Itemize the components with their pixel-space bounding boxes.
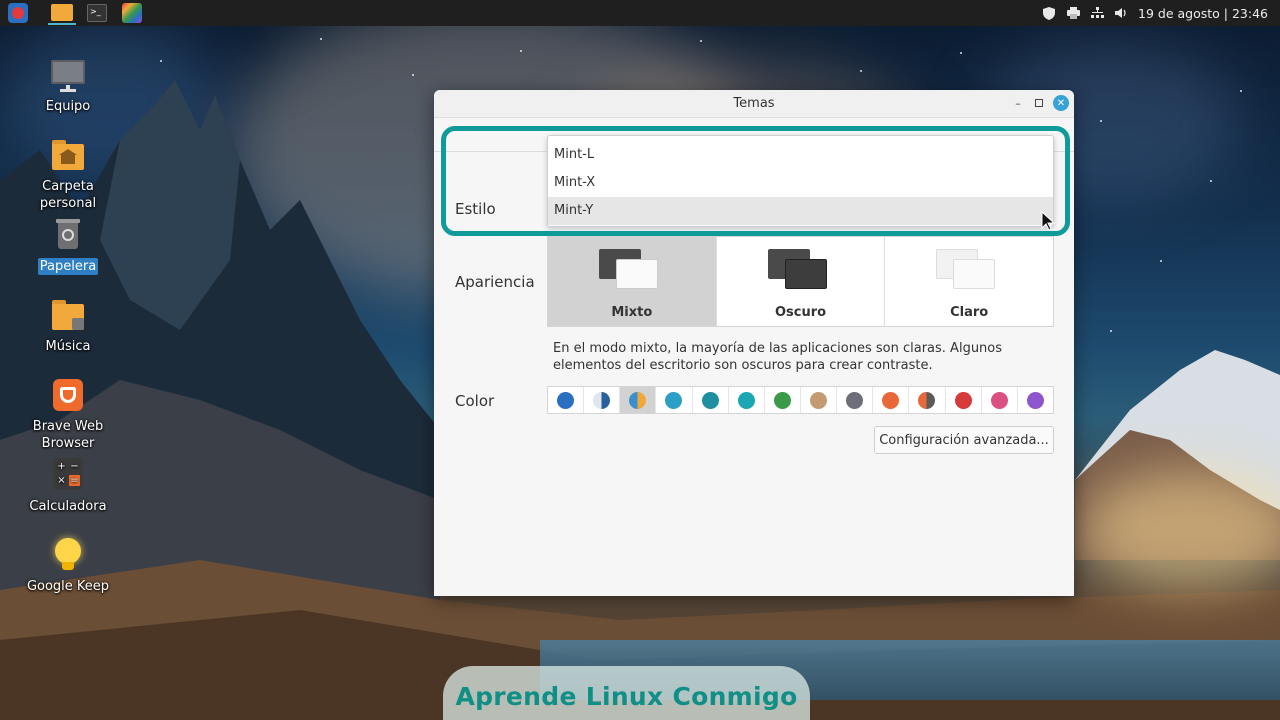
maximize-icon: [1035, 99, 1043, 107]
color-swatch-orange-dark[interactable]: [909, 387, 946, 413]
top-panel: >_ 19 de agosto | 23:46: [0, 0, 1280, 26]
color-dot: [1026, 391, 1044, 409]
color-dot: [918, 391, 936, 409]
desktop-icon-label: Equipo: [45, 99, 91, 114]
system-tray: 19 de agosto | 23:46: [1042, 0, 1268, 26]
watermark-text: Aprende Linux Conmigo: [455, 681, 798, 711]
appearance-option-claro[interactable]: Claro: [885, 237, 1053, 326]
dark-window-icon: [784, 259, 827, 289]
color-dot: [846, 391, 864, 409]
shield-icon[interactable]: [1042, 6, 1056, 20]
color-dot: [773, 391, 791, 409]
folder-icon: [51, 3, 73, 21]
minimize-icon: –: [1015, 96, 1021, 110]
color-swatch-blue[interactable]: [548, 387, 585, 413]
appearance-option-oscuro[interactable]: Oscuro: [717, 237, 886, 326]
appearance-option-mixto[interactable]: Mixto: [548, 237, 717, 326]
desktop-icon-label: Música: [45, 339, 91, 354]
color-swatch-orange-mix[interactable]: [620, 387, 657, 413]
appearance-description: En el modo mixto, la mayoría de las apli…: [553, 341, 1003, 373]
style-option-mint-l[interactable]: Mint-L: [548, 141, 1053, 169]
paint-launcher[interactable]: [118, 1, 146, 25]
color-swatch-cyan[interactable]: [729, 387, 765, 413]
desktop-icon-label: Brave Web Browser: [32, 419, 104, 451]
mouse-cursor-icon: [1041, 211, 1055, 231]
advanced-settings-button[interactable]: Configuración avanzada...: [874, 426, 1054, 454]
color-swatch-green[interactable]: [765, 387, 801, 413]
panel-clock[interactable]: 19 de agosto | 23:46: [1138, 6, 1268, 21]
color-dot: [557, 391, 575, 409]
appearance-option-label: Claro: [950, 305, 989, 320]
color-dot: [882, 391, 900, 409]
color-dot: [629, 391, 647, 409]
watermark-banner: Aprende Linux Conmigo: [443, 666, 810, 720]
appearance-option-label: Mixto: [611, 305, 653, 320]
calculator-icon: + − × =: [50, 458, 86, 494]
color-dot: [665, 391, 683, 409]
terminal-icon: >_: [87, 4, 107, 22]
style-label: Estilo: [455, 200, 496, 218]
light-window-icon: [616, 259, 658, 289]
menu-launcher[interactable]: [4, 1, 32, 25]
themes-window: Temas – ✕ Estilo Mint-L Mint-X Mint-Y Ap…: [434, 90, 1074, 596]
window-title: Temas: [733, 96, 775, 111]
color-swatch-teal[interactable]: [693, 387, 729, 413]
terminal-launcher[interactable]: >_: [83, 1, 111, 25]
desktop-icon-google-keep[interactable]: Google Keep: [20, 538, 116, 595]
home-folder-icon: [50, 138, 86, 174]
color-swatch-blue-grey[interactable]: [584, 387, 621, 413]
color-swatch-aqua[interactable]: [656, 387, 693, 413]
desktop-icon-label: Calculadora: [29, 499, 107, 514]
network-icon[interactable]: [1090, 6, 1104, 20]
volume-icon[interactable]: [1114, 6, 1128, 20]
color-dot: [593, 391, 611, 409]
desktop-icon-equipo[interactable]: Equipo: [20, 58, 116, 115]
computer-icon: [50, 58, 86, 94]
color-dot: [810, 391, 828, 409]
desktop-icon-label: Carpeta personal: [39, 179, 97, 211]
desktop-icon-musica[interactable]: Música: [20, 298, 116, 355]
color-dot: [737, 391, 755, 409]
mint-menu-icon: [8, 3, 28, 23]
color-dot: [954, 391, 972, 409]
close-button[interactable]: ✕: [1053, 95, 1069, 111]
color-selector: [547, 386, 1054, 414]
desktop-icon-calculadora[interactable]: + − × = Calculadora: [20, 458, 116, 515]
desktop-icon-papelera[interactable]: Papelera: [20, 218, 116, 275]
close-icon: ✕: [1056, 97, 1066, 109]
maximize-button[interactable]: [1031, 95, 1047, 111]
desktop-icon-label: Papelera: [37, 258, 99, 275]
desktop-icon-brave[interactable]: Brave Web Browser: [20, 378, 116, 452]
desktop-icon-carpeta-personal[interactable]: Carpeta personal: [20, 138, 116, 212]
brave-icon: [50, 378, 86, 414]
window-titlebar[interactable]: Temas – ✕: [434, 90, 1074, 118]
color-dot: [990, 391, 1008, 409]
color-label: Color: [455, 392, 495, 410]
style-dropdown-list[interactable]: Mint-L Mint-X Mint-Y: [547, 135, 1054, 227]
color-swatch-grey[interactable]: [837, 387, 874, 413]
appearance-label: Apariencia: [455, 273, 535, 291]
style-option-mint-y[interactable]: Mint-Y: [548, 197, 1053, 225]
color-swatch-purple[interactable]: [1018, 387, 1053, 413]
style-option-mint-x[interactable]: Mint-X: [548, 169, 1053, 197]
appearance-option-label: Oscuro: [774, 305, 827, 320]
color-swatch-sand[interactable]: [801, 387, 838, 413]
color-swatch-orange[interactable]: [873, 387, 910, 413]
files-launcher[interactable]: [48, 1, 76, 25]
printer-icon[interactable]: [1066, 6, 1080, 20]
keep-icon: [50, 538, 86, 574]
music-folder-icon: [50, 298, 86, 334]
desktop-icon-label: Google Keep: [26, 579, 110, 594]
color-dot: [701, 391, 719, 409]
color-swatch-pink[interactable]: [982, 387, 1018, 413]
light-window-icon: [953, 259, 996, 289]
appearance-selector: Mixto Oscuro Claro: [547, 236, 1054, 327]
trash-icon: [50, 218, 86, 254]
minimize-button[interactable]: –: [1010, 95, 1026, 111]
color-swatch-red[interactable]: [946, 387, 982, 413]
paint-icon: [122, 3, 142, 23]
